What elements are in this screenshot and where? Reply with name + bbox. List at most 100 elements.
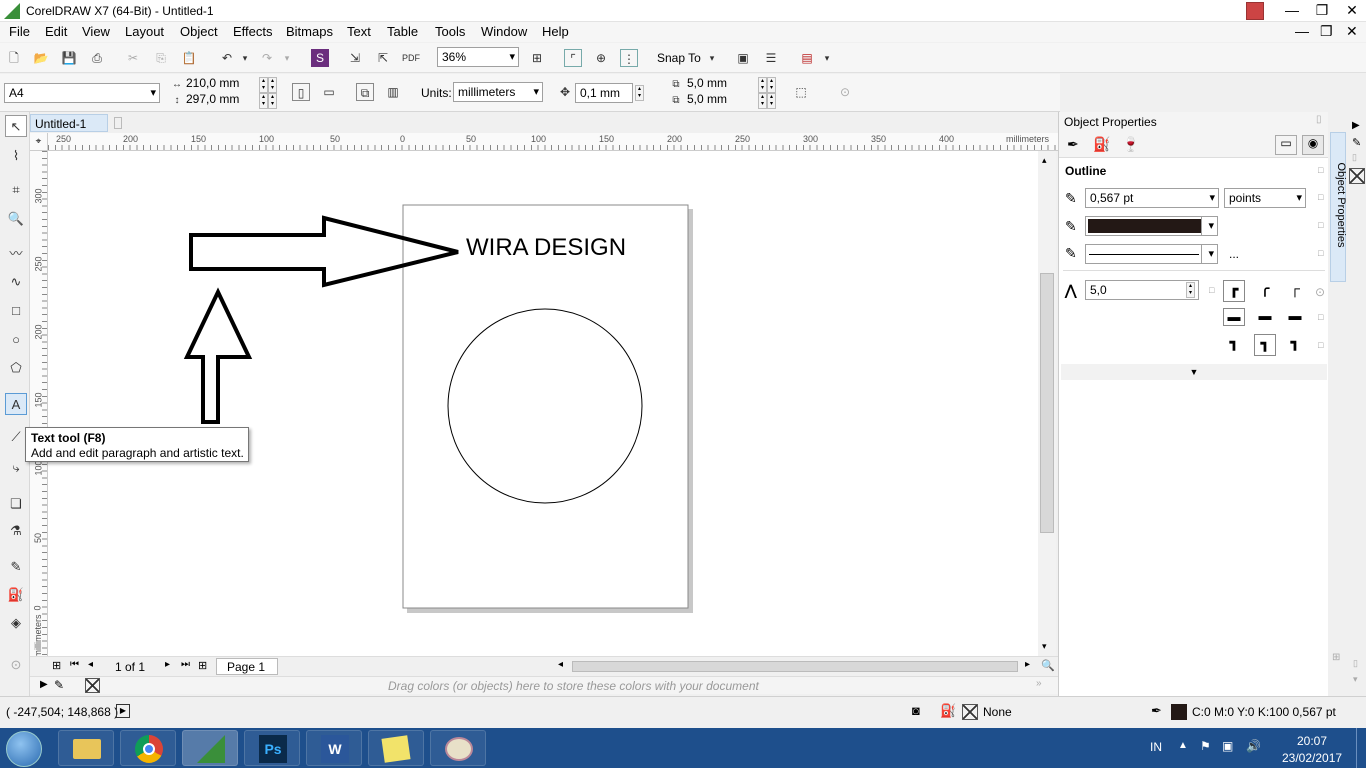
page-width-field[interactable]: 210,0 mm [182, 76, 258, 92]
connector-tool-icon[interactable]: ⤷ [5, 457, 27, 479]
expand-section-icon[interactable]: ▼ [1061, 364, 1327, 380]
undo-dropdown-icon[interactable]: ▾ [236, 49, 254, 67]
center-position-icon[interactable]: ┓ [1254, 334, 1276, 356]
cut-icon[interactable]: ✂ [124, 49, 142, 67]
outline-width-select[interactable]: 0,567 pt [1085, 188, 1219, 208]
square-cap-icon[interactable]: ▬ [1284, 308, 1306, 326]
palette-eyedropper-right-icon[interactable]: ✎ [1352, 136, 1361, 149]
docker-minimize-icon[interactable]: — [1295, 23, 1309, 39]
butt-cap-icon[interactable]: ▬ [1223, 308, 1245, 326]
page-width-spinner[interactable]: ▴ ▾ [259, 77, 268, 93]
miter-limit-field[interactable]: 5,0 [1085, 280, 1199, 300]
save-icon[interactable]: 💾 [60, 49, 78, 67]
show-hidden-icons-icon[interactable]: ▲ [1178, 740, 1188, 751]
coreldraw-taskbar-icon[interactable] [182, 730, 238, 766]
docker-restore-icon[interactable]: ❐ [1320, 23, 1333, 40]
duplicate-x-spinner-2[interactable]: ▴ ▾ [767, 77, 776, 93]
palette-scroll-down-icon[interactable]: ▯ [1353, 658, 1358, 669]
duplicate-y-spinner-2[interactable]: ▴ ▾ [767, 93, 776, 109]
menu-edit[interactable]: Edit [45, 24, 67, 39]
side-tab-add-icon[interactable]: ⊞ [1332, 652, 1340, 663]
menu-bitmaps[interactable]: Bitmaps [286, 24, 333, 39]
page-height-field[interactable]: 297,0 mm [182, 92, 258, 108]
inside-position-icon[interactable]: ┓ [1284, 334, 1306, 356]
color-eyedropper-tool-icon[interactable]: ✎ [5, 556, 27, 578]
text-tool-icon[interactable]: A [5, 393, 27, 415]
all-pages-icon[interactable]: ⧉ [356, 83, 374, 101]
current-page-icon[interactable]: ▥ [384, 83, 402, 101]
transparency-tab-icon[interactable]: 🍷 [1122, 136, 1139, 153]
paste-icon[interactable]: 📋 [180, 49, 198, 67]
network-icon[interactable]: ▣ [1222, 739, 1233, 753]
docker-close-icon[interactable]: ✕ [1346, 23, 1358, 40]
parallel-dimension-tool-icon[interactable]: ⟋ [5, 426, 27, 448]
outline-color-picker[interactable] [1085, 216, 1218, 236]
round-cap-icon[interactable]: ▬ [1254, 308, 1276, 326]
quick-customize-icon[interactable]: ⊙ [836, 83, 854, 101]
miter-corner-icon[interactable]: ┏ [1223, 280, 1245, 302]
landscape-icon[interactable]: ▭ [320, 83, 338, 101]
word-taskbar-icon[interactable]: W [306, 730, 362, 766]
menu-tools[interactable]: Tools [435, 24, 465, 39]
outline-style-dropdown[interactable] [1201, 244, 1218, 264]
duplicate-x-field[interactable]: 5,0 mm [683, 76, 757, 92]
search-content-icon[interactable]: S [311, 49, 329, 67]
menu-effects[interactable]: Effects [233, 24, 273, 39]
fill-tab-icon[interactable]: ⛽ [1093, 136, 1110, 153]
miter-limit-spinner[interactable]: ▴ ▾ [1186, 282, 1195, 298]
duplicate-y-spinner[interactable]: ▴ ▾ [758, 93, 767, 109]
outline-color-dropdown[interactable] [1201, 216, 1218, 236]
paint-taskbar-icon[interactable] [430, 730, 486, 766]
open-folder-icon[interactable]: 📂 [32, 49, 50, 67]
palette-expand-icon[interactable]: ▾ [1353, 674, 1358, 685]
redo-dropdown-icon[interactable]: ▾ [278, 49, 296, 67]
snap-to-dropdown[interactable]: Snap To [657, 51, 701, 65]
palette-flyout-right-icon[interactable]: ▶ [1352, 120, 1360, 131]
page-1-tab[interactable]: Page 1 [216, 658, 278, 675]
copy-icon[interactable]: ⎘ [152, 49, 170, 67]
page-width-spinner-2[interactable]: ▴ ▾ [268, 77, 277, 93]
show-grid-icon[interactable]: ⊕ [592, 49, 610, 67]
scroll-up-icon[interactable]: ▴ [1042, 155, 1047, 166]
next-page-icon[interactable]: ▸ [165, 659, 170, 670]
color-proofing-icon[interactable]: ◙ [912, 703, 920, 718]
document-palette[interactable]: ▶ ✎ Drag colors (or objects) here to sto… [30, 676, 1058, 694]
miter-pin-icon[interactable]: □ [1209, 285, 1214, 295]
page-height-spinner-2[interactable]: ▴ ▾ [268, 93, 277, 109]
undo-icon[interactable]: ↶ [218, 49, 236, 67]
horizontal-ruler[interactable]: 250 200 150 100 50 0 50 100 150 200 250 … [48, 133, 1058, 151]
scroll-down-icon[interactable]: ▾ [1042, 641, 1047, 652]
add-page-after-icon[interactable]: ⊞ [198, 659, 207, 672]
section-pin-icon[interactable]: □ [1318, 165, 1323, 175]
navigator-zoom-icon[interactable]: 🔍 [1041, 659, 1055, 672]
row-pin-icon[interactable]: □ [1318, 248, 1323, 258]
vertical-scroll-thumb[interactable] [1040, 273, 1054, 533]
clock-time[interactable]: 20:07 [1297, 734, 1327, 748]
duplicate-x-spinner[interactable]: ▴ ▾ [758, 77, 767, 93]
smart-fill-tool-icon[interactable]: ◈ [5, 612, 27, 634]
menu-window[interactable]: Window [481, 24, 527, 39]
scroll-right-icon[interactable]: ▸ [1025, 659, 1030, 670]
freehand-tool-icon[interactable]: 〰 [5, 243, 27, 265]
publish-pdf-icon[interactable]: PDF [402, 49, 420, 67]
interactive-fill-tool-icon[interactable]: ⛽ [5, 584, 27, 606]
clock-date[interactable]: 23/02/2017 [1282, 751, 1342, 765]
show-rulers-icon[interactable]: ⌜ [564, 49, 582, 67]
zoom-level-select[interactable]: 36% [437, 47, 519, 67]
minimize-button[interactable]: — [1276, 0, 1308, 22]
outline-style-select[interactable] [1085, 244, 1218, 264]
toolbox-customize-icon[interactable]: ⊙ [5, 654, 27, 676]
menu-view[interactable]: View [82, 24, 110, 39]
round-corner-icon[interactable]: ╭ [1254, 280, 1276, 302]
language-indicator[interactable]: IN [1150, 740, 1162, 754]
nudge-distance-field[interactable]: 0,1 mm [575, 83, 633, 103]
add-page-before-icon[interactable]: ⊞ [52, 659, 61, 672]
show-details-icon[interactable]: ◉ [1302, 135, 1324, 155]
portrait-icon[interactable]: ▯ [292, 83, 310, 101]
scroll-left-icon[interactable]: ◂ [558, 659, 563, 670]
chrome-taskbar-icon[interactable] [120, 730, 176, 766]
menu-object[interactable]: Object [180, 24, 218, 39]
corner-pin-icon[interactable]: ⊙ [1315, 285, 1325, 299]
units-select[interactable]: millimeters [453, 82, 543, 102]
show-guidelines-icon[interactable]: ⋮ [620, 49, 638, 67]
